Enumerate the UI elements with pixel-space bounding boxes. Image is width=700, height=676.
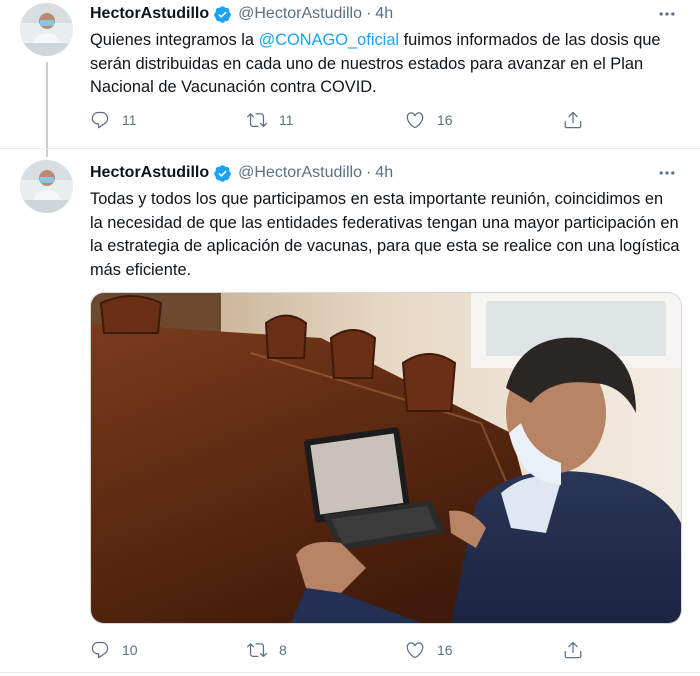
timestamp[interactable]: 4h <box>375 164 393 182</box>
share-button[interactable] <box>563 640 583 660</box>
like-count: 16 <box>437 642 453 658</box>
share-icon <box>564 111 582 129</box>
like-button[interactable]: 16 <box>405 110 453 130</box>
avatar[interactable] <box>20 160 73 213</box>
avatar[interactable] <box>20 3 73 56</box>
like-button[interactable]: 16 <box>405 640 453 660</box>
reply-icon <box>91 111 109 129</box>
handle[interactable]: @HectorAstudillo <box>238 164 362 182</box>
retweet-button[interactable]: 8 <box>247 640 287 660</box>
like-count: 16 <box>437 112 453 128</box>
reply-count: 11 <box>122 112 137 128</box>
reply-button[interactable]: 11 <box>90 110 137 130</box>
feed-bottom-border <box>0 672 700 673</box>
timestamp[interactable]: 4h <box>375 5 393 23</box>
tweet-text: Todas y todos los que participamos en es… <box>90 190 680 279</box>
reply-icon <box>91 641 109 659</box>
separator: · <box>365 164 372 181</box>
tweet-header: HectorAstudillo @HectorAstudillo · 4h <box>90 161 393 185</box>
tweet-header: HectorAstudillo @HectorAstudillo · 4h <box>90 2 393 26</box>
like-icon <box>406 112 424 129</box>
tweet-actions: 10 8 16 <box>90 640 590 664</box>
tweet-text: Quienes integramos la @CONAGO_oficial fu… <box>90 29 680 100</box>
tweet-1[interactable]: HectorAstudillo @HectorAstudillo · 4h Qu… <box>0 0 698 148</box>
display-name[interactable]: HectorAstudillo <box>90 5 209 23</box>
like-icon <box>406 642 424 659</box>
more-options-icon[interactable] <box>652 2 682 26</box>
retweet-count: 8 <box>279 642 287 658</box>
retweet-button[interactable]: 11 <box>247 110 294 130</box>
reply-button[interactable]: 10 <box>90 640 138 660</box>
retweet-icon <box>247 113 267 128</box>
meeting-photo-image <box>91 293 681 623</box>
separator: · <box>365 5 372 22</box>
verified-badge-icon <box>214 164 231 182</box>
more-options-icon[interactable] <box>652 161 682 185</box>
display-name[interactable]: HectorAstudillo <box>90 164 209 182</box>
retweet-icon <box>247 643 267 658</box>
reply-count: 10 <box>122 642 138 658</box>
tweet-text-part: Quienes integramos la <box>90 31 259 49</box>
share-icon <box>564 641 582 659</box>
verified-badge-icon <box>214 5 231 23</box>
mention-link[interactable]: @CONAGO_oficial <box>259 31 400 49</box>
handle[interactable]: @HectorAstudillo <box>238 5 362 23</box>
tweet-actions: 11 11 16 <box>90 110 590 134</box>
tweet-photo[interactable] <box>90 292 682 624</box>
retweet-count: 11 <box>279 112 294 128</box>
share-button[interactable] <box>563 110 583 130</box>
